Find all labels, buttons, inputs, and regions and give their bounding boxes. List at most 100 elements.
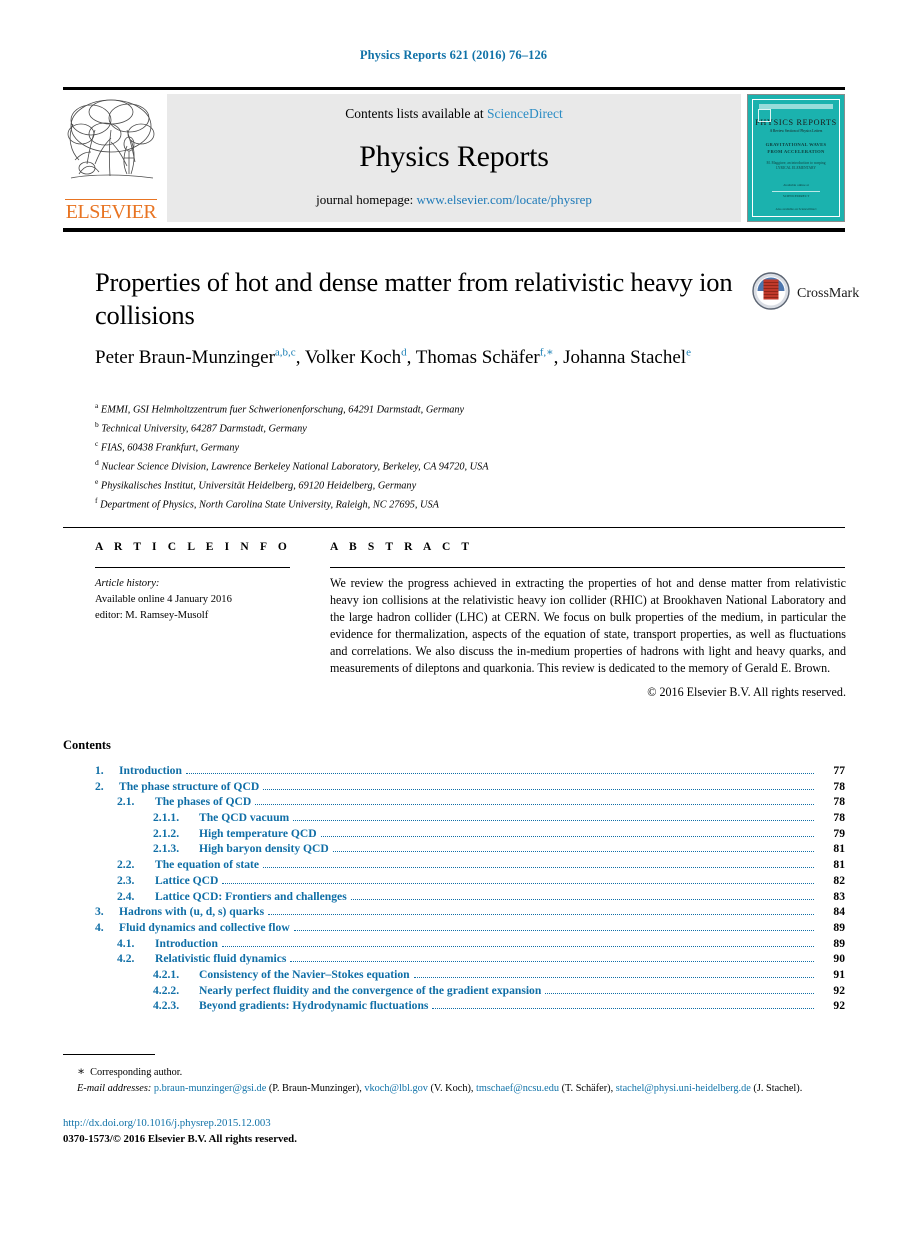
toc-leader-dots bbox=[293, 929, 814, 931]
toc-entry-label[interactable]: Beyond gradients: Hydrodynamic fluctuati… bbox=[197, 999, 428, 1012]
abstract-text: We review the progress achieved in extra… bbox=[330, 576, 846, 676]
toc-entry[interactable]: 4.2.1. Consistency of the Navier–Stokes e… bbox=[95, 968, 845, 984]
article-info-top-rule bbox=[63, 527, 845, 528]
toc-entry[interactable]: 2.1.3. High baryon density QCD 81 bbox=[95, 842, 845, 858]
affiliation-item: e Physikalisches Institut, Universität H… bbox=[95, 476, 795, 495]
toc-entry-label[interactable]: Lattice QCD bbox=[153, 874, 218, 887]
toc-entry-number: 2.1. bbox=[117, 795, 135, 809]
email-link[interactable]: tmschaef@ncsu.edu bbox=[476, 1083, 559, 1094]
toc-leader-dots bbox=[413, 976, 814, 978]
journal-first-page: Physics Reports 621 (2016) 76–126 ELSEVI… bbox=[0, 0, 907, 1238]
article-info-rule bbox=[95, 567, 290, 568]
email-addresses-note: E-mail addresses: p.braun-munzinger@gsi.… bbox=[63, 1081, 845, 1097]
affiliation-item: a EMMI, GSI Helmholtzzentrum fuer Schwer… bbox=[95, 400, 795, 419]
toc-entry-label[interactable]: Relativistic fluid dynamics bbox=[153, 952, 286, 965]
toc-entry-label[interactable]: High temperature QCD bbox=[197, 827, 317, 840]
toc-entry-number: 4.2.3. bbox=[153, 999, 180, 1013]
toc-entry[interactable]: 2.1. The phases of QCD 78 bbox=[95, 795, 845, 811]
sciencedirect-link[interactable]: ScienceDirect bbox=[487, 106, 563, 121]
homepage-link[interactable]: www.elsevier.com/locate/physrep bbox=[417, 192, 592, 207]
toc-entry-label[interactable]: Lattice QCD: Frontiers and challenges bbox=[153, 890, 347, 903]
author-name: Johanna Stachel bbox=[563, 347, 687, 368]
toc-entry[interactable]: 2.1.2. High temperature QCD 79 bbox=[95, 827, 845, 843]
toc-entry-label[interactable]: The phase structure of QCD bbox=[117, 780, 259, 793]
affiliation-item: d Nuclear Science Division, Lawrence Ber… bbox=[95, 457, 795, 476]
toc-entry[interactable]: 4.2.2. Nearly perfect fluidity and the co… bbox=[95, 984, 845, 1000]
email-addresses-values: p.braun-munzinger@gsi.de (P. Braun-Munzi… bbox=[154, 1083, 802, 1094]
cover-subtitle: A Review Section of Physics Letters bbox=[769, 129, 823, 133]
toc-entry-page: 81 bbox=[833, 842, 845, 856]
handling-editor: editor: M. Ramsey-Musolf bbox=[95, 609, 209, 621]
toc-entry-number: 2.1.1. bbox=[153, 811, 180, 825]
affiliation-text: Department of Physics, North Carolina St… bbox=[97, 499, 439, 511]
running-head: Physics Reports 621 (2016) 76–126 bbox=[359, 48, 548, 62]
toc-entry[interactable]: 2.4. Lattice QCD: Frontiers and challenge… bbox=[95, 890, 845, 906]
toc-entry[interactable]: 2.3. Lattice QCD 82 bbox=[95, 874, 845, 890]
toc-entry-label[interactable]: Introduction bbox=[117, 764, 182, 777]
toc-entry-page: 83 bbox=[833, 889, 845, 903]
contents-heading: Contents bbox=[63, 738, 111, 752]
toc-leader-dots bbox=[545, 992, 814, 994]
author-affiliation-mark: e bbox=[686, 346, 691, 359]
toc-entry[interactable]: 4.2.3. Beyond gradients: Hydrodynamic flu… bbox=[95, 999, 845, 1015]
crossmark-icon bbox=[752, 272, 790, 315]
abstract-copyright: © 2016 Elsevier B.V. All rights reserved… bbox=[647, 685, 846, 700]
crossmark-badge[interactable]: CrossMark bbox=[752, 272, 859, 315]
journal-masthead: ELSEVIER Contents lists available at Sci… bbox=[63, 87, 845, 222]
toc-entry[interactable]: 4.2. Relativistic fluid dynamics 90 bbox=[95, 952, 845, 968]
footnote-block: ∗ Corresponding author. E-mail addresses:… bbox=[63, 1062, 845, 1096]
elsevier-tree-icon bbox=[65, 94, 157, 190]
toc-entry-label[interactable]: Fluid dynamics and collective flow bbox=[117, 921, 290, 934]
doi-link[interactable]: http://dx.doi.org/10.1016/j.physrep.2015… bbox=[63, 1117, 271, 1129]
toc-entry-label[interactable]: Hadrons with (u, d, s) quarks bbox=[117, 905, 264, 918]
toc-leader-dots bbox=[268, 914, 814, 916]
toc-entry-label[interactable]: The phases of QCD bbox=[153, 795, 251, 808]
toc-entry-number: 2.1.2. bbox=[153, 826, 180, 840]
masthead-top-rule bbox=[63, 87, 845, 90]
toc-entry-label[interactable]: Consistency of the Navier–Stokes equatio… bbox=[197, 968, 410, 981]
journal-cover-thumbnail[interactable]: PHYSICS REPORTS A Review Section of Phys… bbox=[747, 94, 845, 222]
toc-leader-dots bbox=[290, 961, 814, 963]
cover-elsevier-mark-icon bbox=[758, 109, 771, 122]
elsevier-wordmark: ELSEVIER bbox=[65, 199, 157, 223]
toc-entry-label[interactable]: The equation of state bbox=[153, 858, 259, 871]
article-history-label: Article history: bbox=[95, 578, 160, 589]
toc-leader-dots bbox=[263, 788, 814, 790]
toc-entry-label[interactable]: Introduction bbox=[153, 937, 218, 950]
toc-entry[interactable]: 4. Fluid dynamics and collective flow 89 bbox=[95, 921, 845, 937]
toc-entry-number: 1. bbox=[95, 764, 104, 777]
cover-bottom-line: Also available on ScienceDirect bbox=[775, 207, 817, 211]
email-owner: (T. Schäfer), bbox=[559, 1082, 616, 1094]
toc-leader-dots bbox=[185, 773, 814, 774]
title-block: Properties of hot and dense matter from … bbox=[95, 266, 755, 332]
elsevier-logo: ELSEVIER bbox=[63, 94, 163, 222]
asterisk-icon: ∗ bbox=[77, 1064, 86, 1078]
toc-entry-number: 2. bbox=[95, 779, 104, 793]
toc-entry[interactable]: 2.2. The equation of state 81 bbox=[95, 858, 845, 874]
toc-entry-page: 84 bbox=[833, 905, 845, 919]
available-online: Available online 4 January 2016 bbox=[95, 593, 232, 605]
author-affiliation-mark: f,∗ bbox=[539, 346, 554, 359]
toc-entry-page: 91 bbox=[833, 967, 845, 981]
author-list: Peter Braun-Munzingera,b,c, Volker Kochd… bbox=[95, 346, 691, 368]
toc-entry[interactable]: 1. Introduction 77 bbox=[95, 764, 845, 780]
toc-entry-label[interactable]: Nearly perfect fluidity and the converge… bbox=[197, 984, 541, 997]
email-link[interactable]: vkoch@lbl.gov bbox=[364, 1083, 428, 1094]
toc-entry[interactable]: 4.1. Introduction 89 bbox=[95, 937, 845, 953]
toc-entry[interactable]: 3. Hadrons with (u, d, s) quarks 84 bbox=[95, 905, 845, 921]
toc-entry-page: 77 bbox=[833, 764, 845, 777]
toc-entry[interactable]: 2. The phase structure of QCD 78 bbox=[95, 780, 845, 796]
email-owner: (V. Koch), bbox=[427, 1082, 477, 1094]
toc-leader-dots bbox=[255, 804, 814, 806]
email-owner: (J. Stachel). bbox=[750, 1082, 803, 1094]
toc-leader-dots bbox=[263, 867, 814, 869]
toc-leader-dots bbox=[320, 835, 814, 837]
toc-entry-label[interactable]: High baryon density QCD bbox=[197, 842, 329, 855]
toc-entry-label[interactable]: The QCD vacuum bbox=[197, 811, 289, 824]
toc-entry[interactable]: 2.1.1. The QCD vacuum 78 bbox=[95, 811, 845, 827]
email-link[interactable]: p.braun-munzinger@gsi.de bbox=[154, 1083, 266, 1094]
homepage-prefix: journal homepage: bbox=[316, 192, 417, 207]
toc-leader-dots bbox=[221, 945, 814, 947]
cover-secondary-line-2: LYRICAL ELEMENTARY bbox=[776, 166, 816, 171]
email-link[interactable]: stachel@physi.uni-heidelberg.de bbox=[616, 1083, 751, 1094]
